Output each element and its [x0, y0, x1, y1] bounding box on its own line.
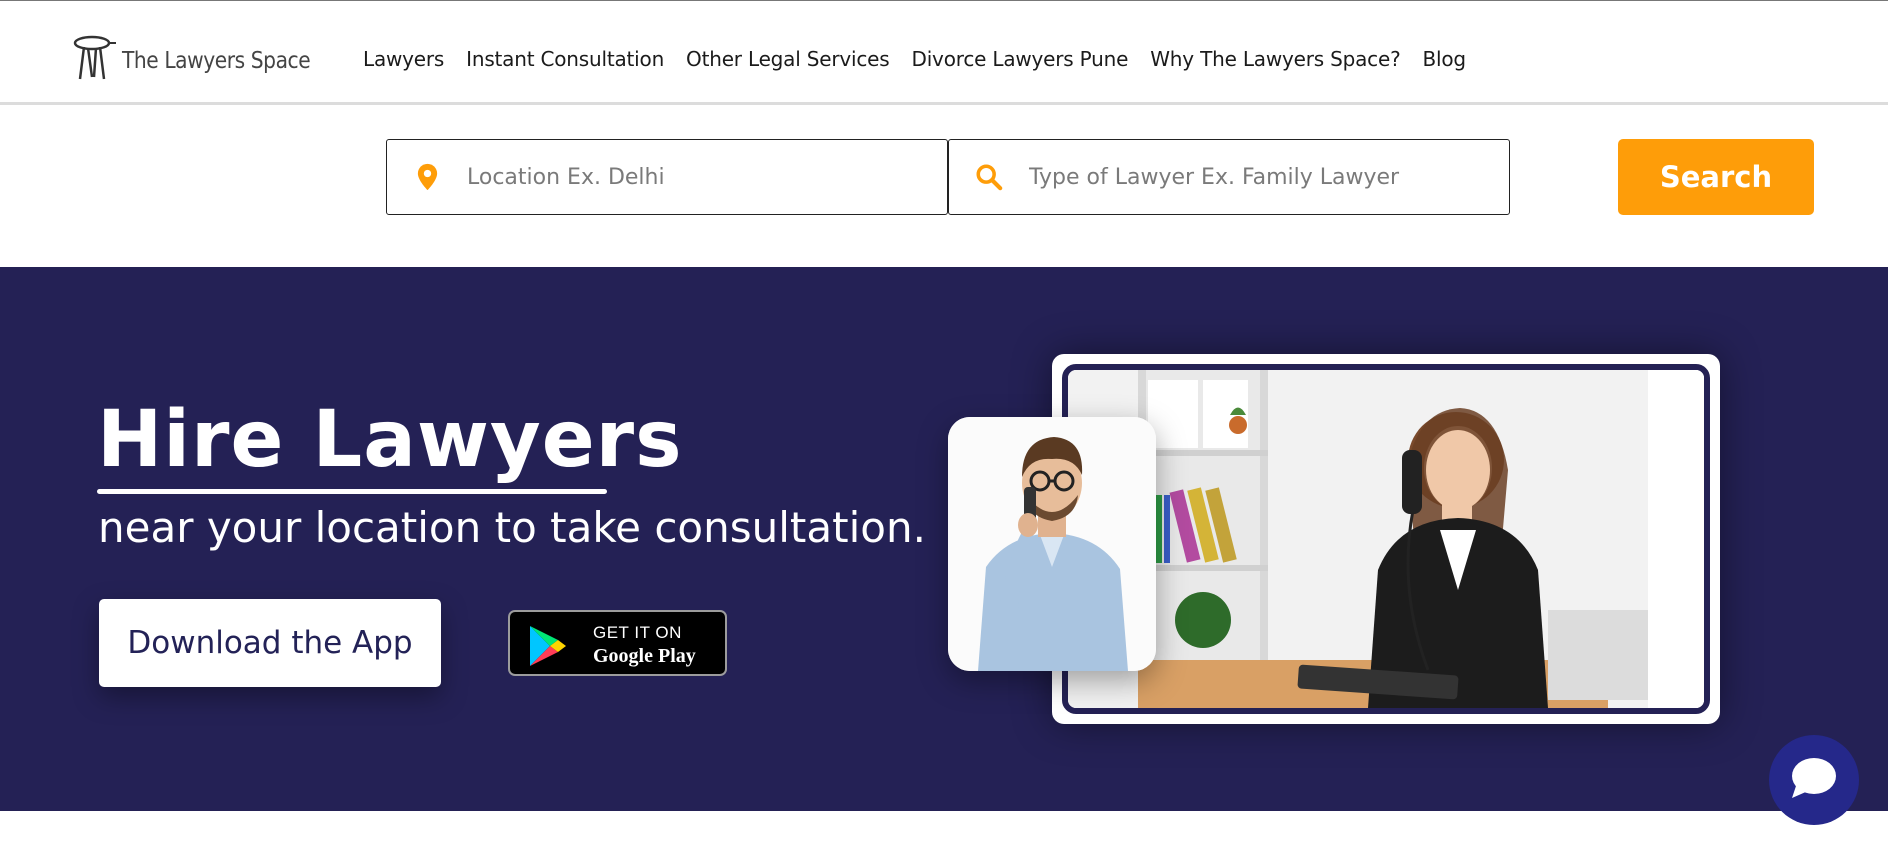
map-pin-icon	[407, 157, 447, 197]
site-header: The Lawyers Space Lawyers Instant Consul…	[0, 0, 1888, 105]
google-play-bottom-text: Google Play	[593, 645, 696, 667]
logo-text: The Lawyers Space	[122, 47, 311, 74]
google-play-badge[interactable]: GET IT ON Google Play	[508, 610, 727, 676]
nav-why-the-lawyers-space[interactable]: Why The Lawyers Space?	[1150, 47, 1400, 71]
main-nav: Lawyers Instant Consultation Other Legal…	[363, 47, 1488, 71]
tie-logo-icon	[70, 33, 120, 88]
hero-subtitle: near your location to take consultation.	[98, 503, 926, 552]
nav-instant-consultation[interactable]: Instant Consultation	[466, 47, 664, 71]
nav-divorce-lawyers-pune[interactable]: Divorce Lawyers Pune	[912, 47, 1129, 71]
google-play-top-text: GET IT ON	[593, 623, 682, 642]
hero-banner: Hire Lawyers near your location to take …	[0, 267, 1888, 811]
logo[interactable]: The Lawyers Space	[70, 33, 336, 88]
lawyer-type-search-box	[948, 139, 1510, 215]
lawyer-type-input[interactable]	[1029, 164, 1489, 190]
nav-lawyers[interactable]: Lawyers	[363, 47, 444, 71]
location-search-box	[386, 139, 948, 215]
nav-blog[interactable]: Blog	[1423, 47, 1467, 71]
search-button[interactable]: Search	[1618, 139, 1814, 215]
download-app-button[interactable]: Download the App	[99, 599, 441, 687]
chat-button[interactable]	[1769, 735, 1859, 825]
chat-bubble-icon	[1790, 756, 1838, 805]
hero-title-underline	[97, 489, 607, 494]
man-on-phone-image	[948, 417, 1156, 671]
location-input[interactable]	[467, 164, 927, 190]
search-icon	[969, 157, 1009, 197]
nav-other-legal-services[interactable]: Other Legal Services	[686, 47, 890, 71]
hero-title: Hire Lawyers	[97, 395, 683, 485]
woman-lawyer-image	[1062, 364, 1710, 714]
